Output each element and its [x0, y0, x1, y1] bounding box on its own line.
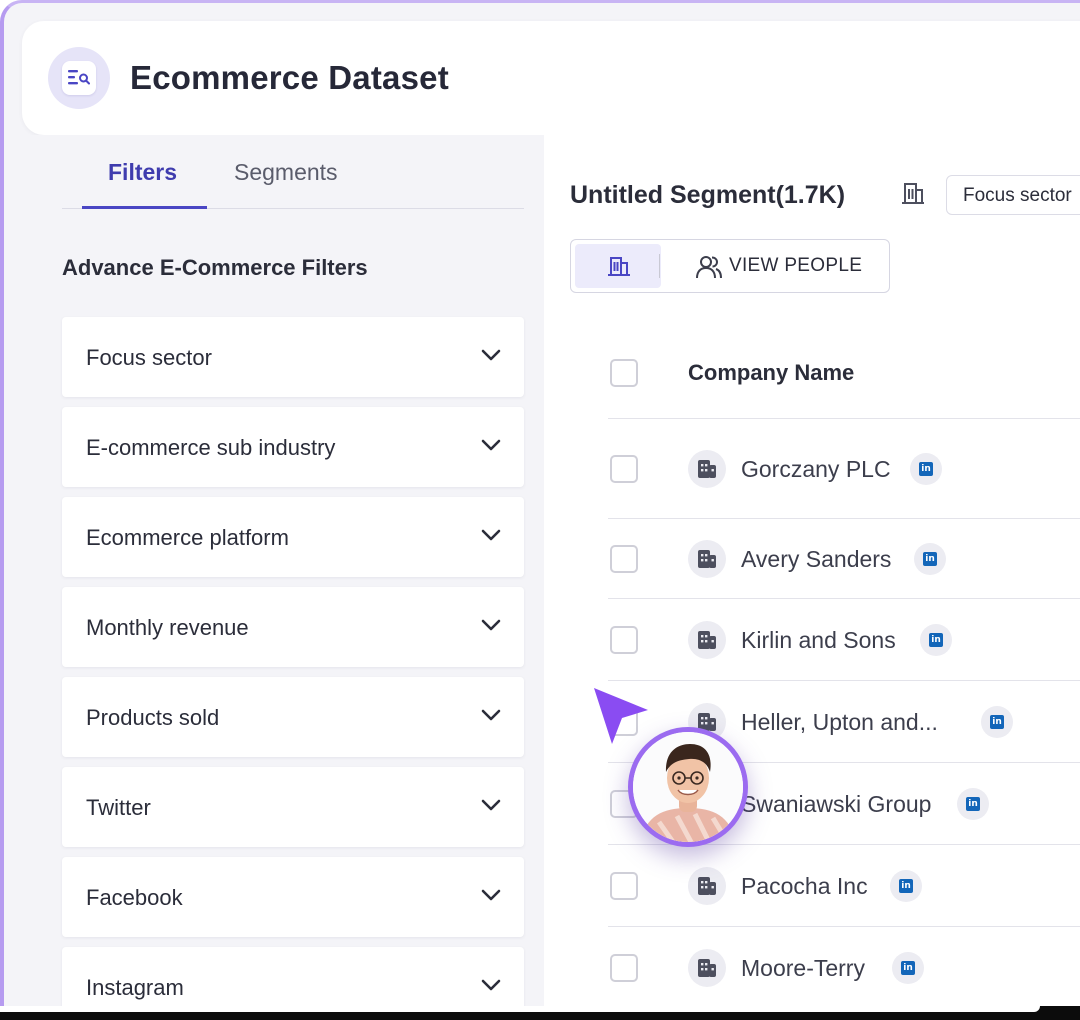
table-row[interactable]: Avery Sanders in	[608, 519, 1080, 599]
chip-label: Focus sector	[963, 185, 1072, 206]
company-building-icon	[688, 449, 726, 488]
toggle-divider	[659, 254, 660, 278]
linkedin-icon[interactable]: in	[910, 452, 942, 485]
filter-list: Focus sector E-commerce sub industry Eco…	[62, 317, 524, 1008]
filter-label: E-commerce sub industry	[86, 435, 336, 460]
filter-instagram[interactable]: Instagram	[62, 947, 524, 1008]
people-icon	[696, 256, 722, 279]
user-avatar	[628, 727, 748, 847]
filter-label: Twitter	[86, 795, 151, 820]
company-name[interactable]: Kirlin and Sons	[741, 627, 896, 654]
chevron-down-icon	[481, 889, 501, 901]
app-header: Ecommerce Dataset	[22, 21, 1080, 135]
row-checkbox[interactable]	[610, 625, 638, 654]
company-name[interactable]: Heller, Upton and...	[741, 709, 938, 736]
tab-segments[interactable]: Segments	[234, 159, 338, 186]
filter-focus-sector[interactable]: Focus sector	[62, 317, 524, 397]
app-window: Ecommerce Dataset Filters Segments Advan…	[0, 0, 1080, 1008]
page-title: Ecommerce Dataset	[130, 59, 449, 96]
filter-products-sold[interactable]: Products sold	[62, 677, 524, 757]
filter-ecommerce-sub-industry[interactable]: E-commerce sub industry	[62, 407, 524, 487]
filter-twitter[interactable]: Twitter	[62, 767, 524, 847]
company-name[interactable]: Swaniawski Group	[741, 791, 931, 818]
filter-label: Facebook	[86, 885, 183, 910]
company-name[interactable]: Gorczany PLC	[741, 456, 891, 483]
filter-label: Focus sector	[86, 345, 212, 370]
linkedin-icon[interactable]: in	[981, 705, 1013, 738]
filter-label: Products sold	[86, 705, 220, 730]
view-companies-button[interactable]	[575, 244, 661, 288]
table-row[interactable]: Pacocha Inc in	[608, 845, 1080, 927]
building-icon	[608, 257, 630, 276]
row-checkbox[interactable]	[610, 544, 638, 573]
dataset-search-icon	[48, 47, 110, 109]
linkedin-icon[interactable]: in	[890, 869, 922, 902]
filters-panel: Filters Segments Advance E-Commerce Filt…	[4, 135, 544, 1008]
bottom-edge	[0, 1006, 1080, 1020]
company-name[interactable]: Moore-Terry	[741, 955, 865, 982]
chevron-down-icon	[481, 349, 501, 361]
select-all-checkbox[interactable]	[610, 359, 638, 387]
table-row[interactable]: Kirlin and Sons in	[608, 599, 1080, 681]
table-header: Company Name	[608, 325, 1080, 419]
view-toggle: VIEW PEOPLE	[570, 239, 890, 293]
active-tab-indicator	[82, 206, 207, 209]
chevron-down-icon	[481, 619, 501, 631]
filters-heading: Advance E-Commerce Filters	[62, 255, 368, 280]
row-checkbox[interactable]	[610, 871, 638, 900]
row-checkbox[interactable]	[610, 454, 638, 483]
table-row[interactable]: Moore-Terry in	[608, 927, 1080, 1008]
chevron-down-icon	[481, 439, 501, 451]
table-row[interactable]: Gorczany PLC in	[608, 419, 1080, 519]
company-name[interactable]: Pacocha Inc	[741, 873, 868, 900]
company-table: Company Name Gorczany PLC in Avery Sande…	[608, 325, 1080, 1008]
filter-monthly-revenue[interactable]: Monthly revenue	[62, 587, 524, 667]
chevron-down-icon	[481, 979, 501, 991]
results-panel: Untitled Segment(1.7K) Focus sector VIEW…	[544, 135, 1080, 1008]
chevron-down-icon	[481, 529, 501, 541]
chevron-down-icon	[481, 709, 501, 721]
segment-title: Untitled Segment(1.7K)	[570, 181, 846, 209]
linkedin-icon[interactable]: in	[920, 623, 952, 656]
linkedin-icon[interactable]: in	[914, 542, 946, 575]
chevron-down-icon	[481, 799, 501, 811]
filter-label: Monthly revenue	[86, 615, 249, 640]
filter-label: Ecommerce platform	[86, 525, 289, 550]
row-checkbox[interactable]	[610, 954, 638, 982]
column-company-name: Company Name	[688, 360, 855, 385]
filter-facebook[interactable]: Facebook	[62, 857, 524, 937]
linkedin-icon[interactable]: in	[957, 787, 989, 820]
filter-label: Instagram	[86, 975, 184, 1000]
panel-tabs: Filters Segments	[62, 135, 524, 209]
linkedin-icon[interactable]: in	[892, 952, 924, 984]
company-name[interactable]: Avery Sanders	[741, 546, 891, 573]
tab-filters[interactable]: Filters	[108, 159, 177, 186]
building-icon[interactable]	[900, 181, 926, 207]
company-building-icon	[688, 620, 726, 659]
company-building-icon	[688, 539, 726, 578]
company-building-icon	[688, 866, 726, 905]
focus-sector-chip[interactable]: Focus sector	[946, 175, 1080, 215]
filter-ecommerce-platform[interactable]: Ecommerce platform	[62, 497, 524, 577]
company-building-icon	[688, 949, 726, 987]
view-people-label: VIEW PEOPLE	[729, 255, 863, 276]
